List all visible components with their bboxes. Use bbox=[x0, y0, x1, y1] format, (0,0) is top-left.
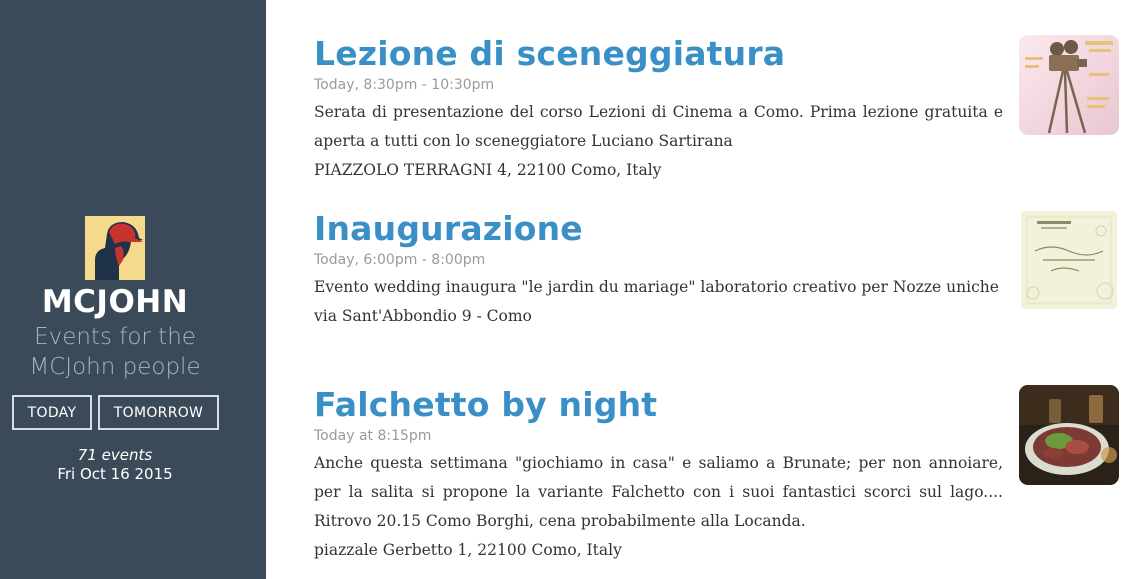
event-address: piazzale Gerbetto 1, 22100 Como, Italy bbox=[314, 541, 622, 559]
event-address: PIAZZOLO TERRAGNI 4, 22100 Como, Italy bbox=[314, 161, 662, 179]
event-address: via Sant'Abbondio 9 - Como bbox=[314, 307, 532, 325]
tomorrow-button[interactable]: TOMORROW bbox=[98, 395, 219, 430]
sidebar: MCJOHN Events for the MCJohn people TODA… bbox=[0, 0, 266, 579]
event-time: Today, 8:30pm - 10:30pm bbox=[314, 77, 495, 93]
event-thumbnail[interactable] bbox=[1019, 35, 1119, 135]
event-time: Today at 8:15pm bbox=[314, 428, 432, 444]
event-description: Evento wedding inaugura "le jardin du ma… bbox=[314, 278, 999, 296]
event-title[interactable]: Lezione di sceneggiatura bbox=[314, 35, 1119, 73]
film-camera-poster-image-icon bbox=[1019, 35, 1119, 135]
avatar bbox=[85, 216, 145, 280]
today-button[interactable]: TODAY bbox=[12, 395, 92, 430]
event-count: 71 events bbox=[77, 446, 153, 464]
event-title[interactable]: Inaugurazione bbox=[314, 210, 1119, 248]
event-item: Lezione di sceneggiatura Today, 8:30pm -… bbox=[314, 35, 1119, 185]
event-item: Inaugurazione Today, 6:00pm - 8:00pm Eve… bbox=[314, 210, 1119, 331]
dinner-plate-photo-image-icon bbox=[1019, 385, 1119, 485]
event-description: Anche questa settimana "giochiamo in cas… bbox=[314, 454, 1003, 530]
current-date: Fri Oct 16 2015 bbox=[57, 465, 173, 483]
brand-title: MCJOHN bbox=[41, 284, 189, 320]
person-with-cap-avatar-icon bbox=[85, 216, 145, 280]
event-thumbnail[interactable] bbox=[1021, 211, 1117, 309]
brand-tagline: Events for the MCJohn people bbox=[29, 324, 201, 380]
event-time: Today, 6:00pm - 8:00pm bbox=[314, 252, 486, 268]
event-item: Falchetto by night Today at 8:15pm Anche… bbox=[314, 386, 1119, 565]
event-description: Serata di presentazione del corso Lezion… bbox=[314, 103, 1003, 150]
wedding-invitation-card-image-icon bbox=[1021, 211, 1117, 309]
event-thumbnail[interactable] bbox=[1019, 385, 1119, 485]
event-title[interactable]: Falchetto by night bbox=[314, 386, 1119, 424]
